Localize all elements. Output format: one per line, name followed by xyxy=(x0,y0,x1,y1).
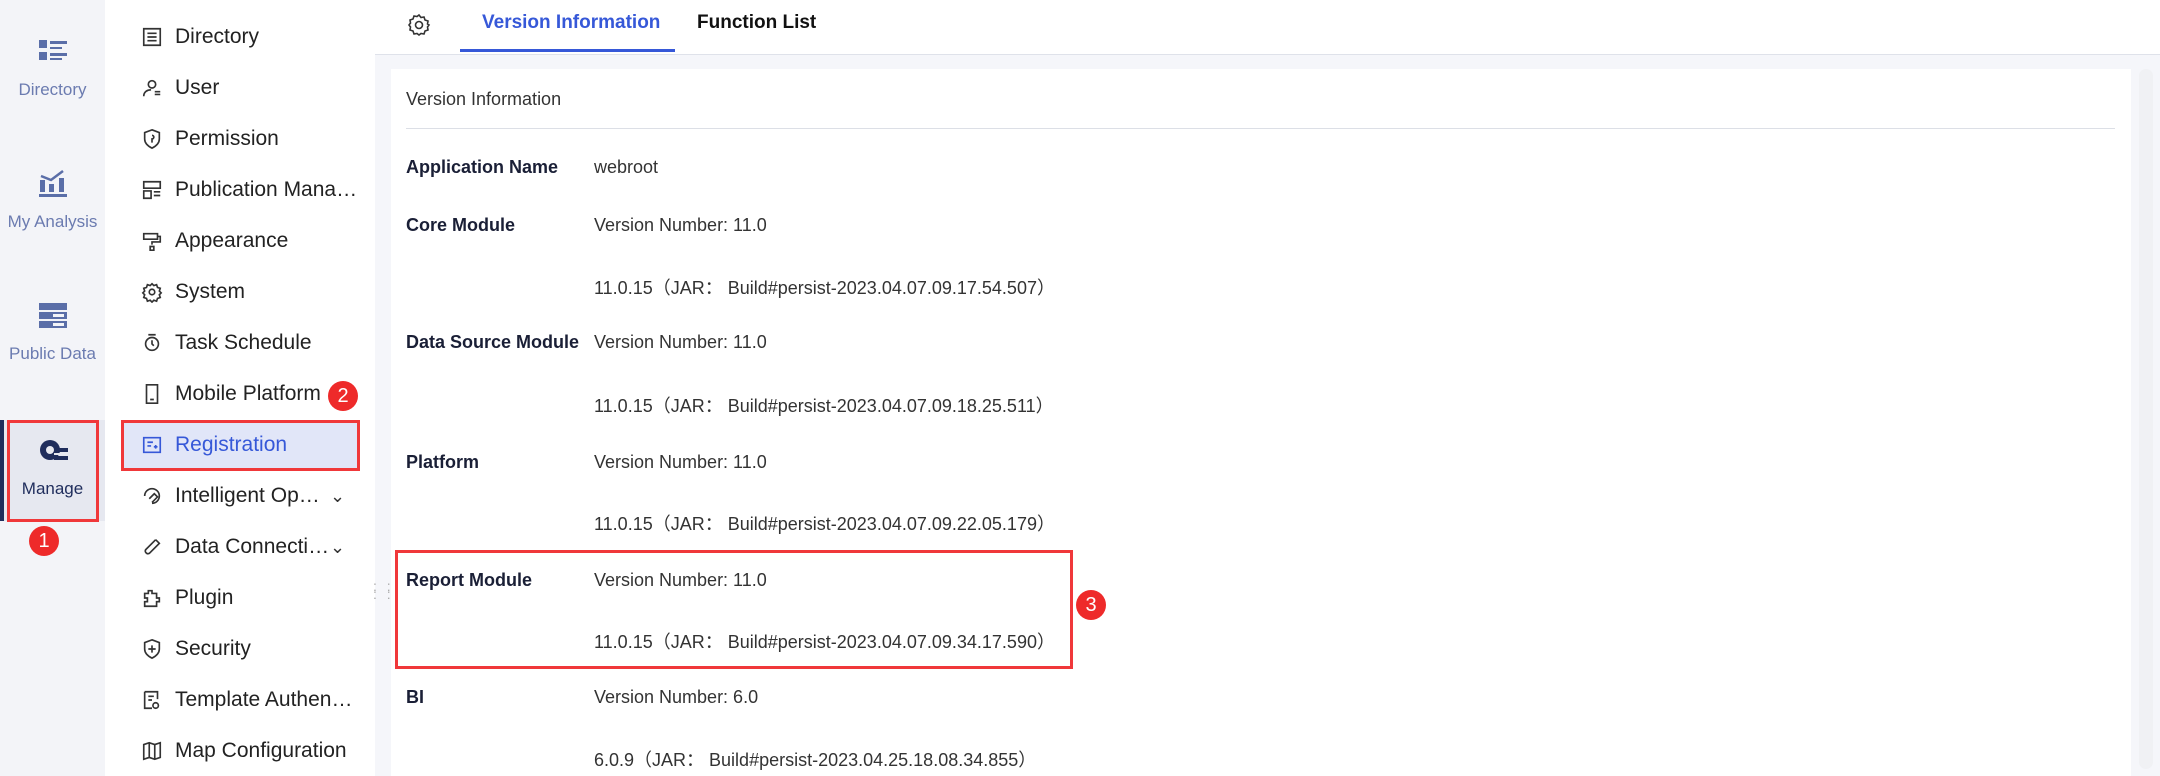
nav-item-permission[interactable]: Permission xyxy=(121,114,358,164)
timer-icon xyxy=(144,333,160,352)
settings-gear-icon[interactable] xyxy=(407,13,431,37)
publication-icon xyxy=(142,180,162,200)
row-label: Application Name xyxy=(406,157,559,177)
directory-icon xyxy=(38,40,67,60)
rail-item-my-analysis[interactable]: My Analysis xyxy=(0,168,105,232)
row-value: webroot xyxy=(594,157,659,177)
scrollbar[interactable] xyxy=(2135,69,2160,776)
version-info-card: Version Information Application Name webr… xyxy=(391,69,2131,776)
annotation-badge-2: 2 xyxy=(328,381,358,411)
nav-item-label: Template Authentication xyxy=(175,688,358,711)
nav-item-label: Task Schedule xyxy=(175,331,312,354)
analysis-icon xyxy=(38,170,67,197)
nav-item-label: Intelligent Operation xyxy=(175,484,330,507)
appearance-icon xyxy=(142,232,162,251)
public-data-icon xyxy=(38,303,67,328)
rail-item-public-data[interactable]: Public Data xyxy=(0,300,105,364)
nav-item-mobile-platform[interactable]: Mobile Platform xyxy=(121,369,358,419)
nav-item-system[interactable]: System xyxy=(121,267,358,317)
tab-version-information[interactable]: Version Information xyxy=(482,12,660,34)
annotation-box-2 xyxy=(121,420,360,471)
scrollbar-thumb[interactable] xyxy=(2139,69,2153,769)
row-label: BI xyxy=(406,687,424,707)
row-value: Version Number: 6.0 xyxy=(594,687,759,707)
active-indicator xyxy=(0,420,4,521)
annotation-badge-1: 1 xyxy=(29,526,59,556)
nav-item-label: Plugin xyxy=(175,586,234,609)
nav-item-label: Publication Management xyxy=(175,178,358,201)
row-value: Version Number: 11.0 xyxy=(594,332,767,352)
nav-item-publication-management[interactable]: Publication Management xyxy=(121,165,358,215)
nav-item-label: Permission xyxy=(175,127,279,150)
nav-item-label: Security xyxy=(175,637,251,660)
nav-item-task-schedule[interactable]: Task Schedule xyxy=(121,318,358,368)
plugin-icon xyxy=(143,589,161,608)
tab-bar: Version Information Function List xyxy=(375,0,2160,55)
nav-item-security[interactable]: Security xyxy=(121,624,358,674)
nav-item-label: Directory xyxy=(175,25,260,48)
row-value: 11.0.15（JAR： Build#persist-2023.04.07.09… xyxy=(594,278,1055,298)
nav-item-label: Appearance xyxy=(175,229,289,252)
template-auth-icon xyxy=(143,690,160,710)
nav-item-label: Map Configuration xyxy=(175,739,347,762)
annotation-box-3 xyxy=(395,550,1073,669)
mobile-icon xyxy=(145,384,159,404)
rail-item-directory[interactable]: Directory xyxy=(0,36,105,100)
system-gear-icon xyxy=(141,282,163,303)
divider xyxy=(406,128,2115,129)
nav-item-intelligent-operation[interactable]: Intelligent Operation⌄ xyxy=(121,471,358,521)
rail-label: Directory xyxy=(18,80,87,99)
paperclip-icon xyxy=(144,539,161,555)
row-label: Core Module xyxy=(406,215,516,235)
left-rail: Directory My Analysis Public Data Manage xyxy=(0,0,105,776)
map-icon xyxy=(142,741,162,761)
nav-item-label: Data Connection xyxy=(175,535,330,558)
row-value: 11.0.15（JAR： Build#persist-2023.04.07.09… xyxy=(594,396,1054,416)
directory-icon xyxy=(142,27,162,47)
rail-label: My Analysis xyxy=(7,212,98,231)
user-icon xyxy=(142,79,161,97)
permission-icon xyxy=(143,128,161,150)
chevron-down-icon[interactable]: ⌄ xyxy=(330,486,350,507)
row-value: 6.0.9（JAR： Build#persist-2023.04.25.18.0… xyxy=(594,750,1037,770)
nav-item-appearance[interactable]: Appearance xyxy=(121,216,358,266)
tab-function-list[interactable]: Function List xyxy=(697,12,816,34)
nav-item-plugin[interactable]: Plugin xyxy=(121,573,358,623)
nav-item-label: User xyxy=(175,76,220,99)
row-value: Version Number: 11.0 xyxy=(594,452,767,472)
nav-item-label: System xyxy=(175,280,246,303)
nav-item-data-connection[interactable]: Data Connection ⌄ xyxy=(121,522,358,572)
nav-item-directory[interactable]: Directory xyxy=(121,12,358,62)
row-value: 11.0.15（JAR： Build#persist-2023.04.07.09… xyxy=(594,514,1055,534)
intelligent-ops-icon xyxy=(143,487,161,505)
annotation-box-1 xyxy=(7,420,99,522)
row-label: Platform xyxy=(406,452,480,472)
annotation-badge-3: 3 xyxy=(1076,590,1106,620)
rail-label: Public Data xyxy=(9,344,96,363)
nav-item-map-configuration[interactable]: Map Configuration xyxy=(121,726,358,776)
nav-item-template-authentication[interactable]: Template Authentication xyxy=(121,675,358,725)
security-shield-icon xyxy=(143,638,161,660)
chevron-down-icon[interactable]: ⌄ xyxy=(330,537,350,558)
card-title: Version Information xyxy=(406,89,562,109)
row-label: Data Source Module xyxy=(406,332,580,352)
nav-item-user[interactable]: User xyxy=(121,63,358,113)
active-tab-underline xyxy=(460,49,675,52)
row-value: Version Number: 11.0 xyxy=(594,215,767,235)
